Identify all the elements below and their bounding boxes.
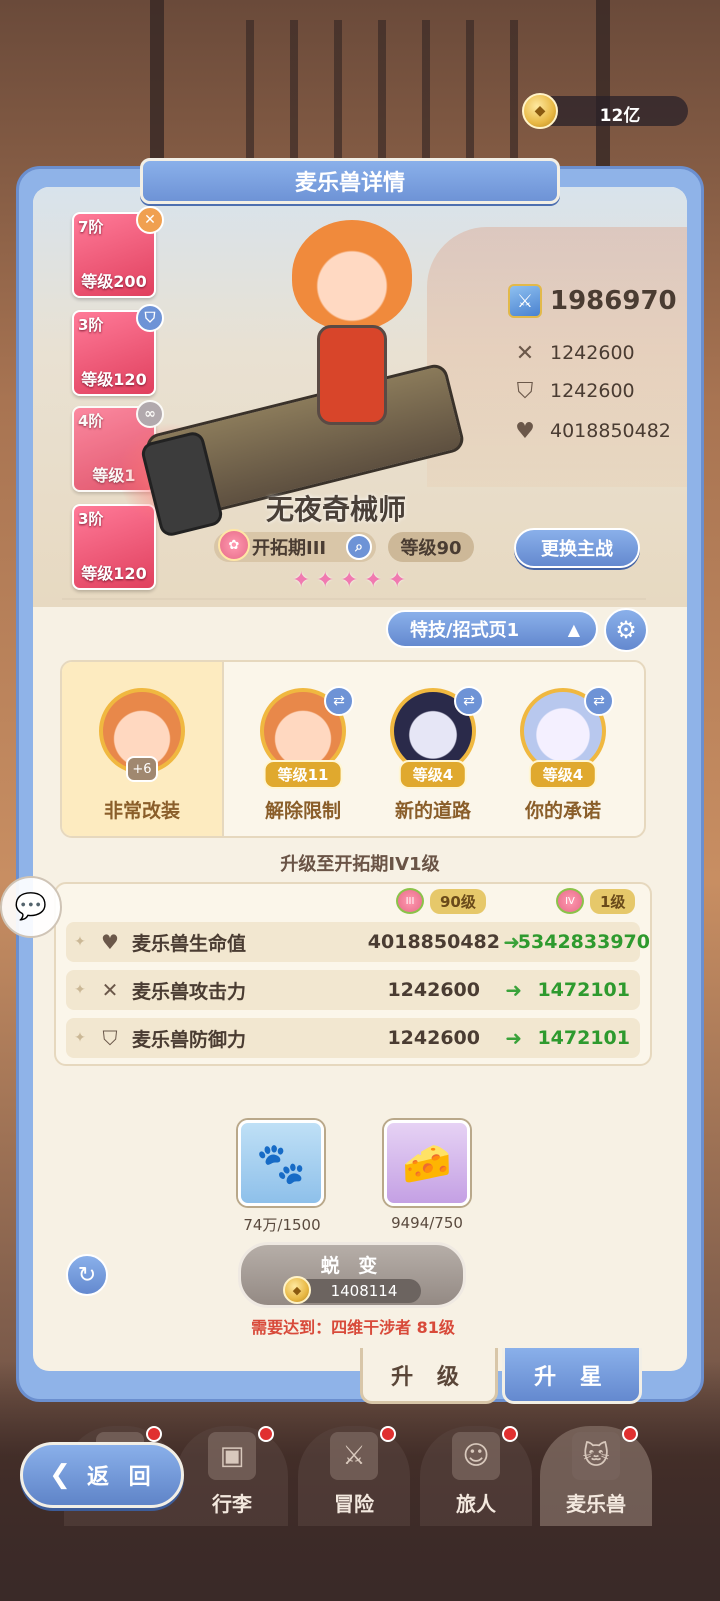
star-icon: ✦: [340, 568, 359, 593]
upgrade-title: 升级至开拓期IV1级: [280, 854, 440, 875]
pet-food-bag-icon[interactable]: 🐾: [238, 1120, 324, 1206]
notification-dot: [380, 1426, 396, 1442]
requirement-text: 需要达到：四维干涉者 81级: [251, 1318, 455, 1337]
crossed-swords-icon: ⚔: [330, 1432, 378, 1480]
hero-level: 等级90: [388, 532, 474, 562]
star-rating: ✦ ✦ ✦ ✦ ✦: [292, 570, 410, 592]
combat-power-icon: ⚔: [508, 284, 542, 318]
shield-icon: ⛉: [516, 378, 534, 404]
swap-main-button[interactable]: 更换主战: [514, 528, 640, 568]
currency-value: 12亿: [599, 106, 641, 126]
evolve-button[interactable]: 蜕 变 ◆ 1408114: [238, 1242, 466, 1308]
rank-card-2[interactable]: 3阶 等级120 ⛉: [72, 304, 164, 396]
current-level-header: III 90级: [396, 888, 486, 914]
material-count-1: 74万/1500: [243, 1216, 321, 1234]
sparkle-icon: ✦: [74, 1030, 86, 1046]
nav-item-adventure[interactable]: ⚔ 冒险: [298, 1426, 410, 1526]
next-level-header: IV 1级: [556, 888, 636, 914]
rank-card-1[interactable]: 7阶 等级200 ✕: [72, 206, 164, 298]
skill-item-1[interactable]: +6 非常改装: [62, 662, 224, 836]
background-bars: [210, 20, 550, 170]
cheese-icon[interactable]: 🧀: [384, 1120, 470, 1206]
coin-icon: ◆: [522, 93, 558, 129]
swap-icon[interactable]: ⇄: [584, 686, 614, 716]
power-row: ⚔ 1986970: [508, 284, 677, 318]
star-icon: ✦: [292, 568, 311, 593]
back-arrow-icon: ❮: [49, 1460, 77, 1490]
tier-badge-icon: III: [396, 888, 424, 914]
hp-row: ♥ 4018850482: [510, 416, 671, 446]
tab-star-up[interactable]: 升 星: [502, 1348, 642, 1404]
coin-icon: ◆: [283, 1276, 311, 1304]
skill-page-dropdown[interactable]: 特技/招式页1 ▲: [386, 610, 598, 648]
notification-dot: [258, 1426, 274, 1442]
compare-row-attack: ✦ ✕ 麦乐兽攻击力 1242600 ➜ 1472101: [66, 970, 640, 1010]
cat-pet-icon: 🐱: [572, 1432, 620, 1480]
sword-cross-icon: ✕: [136, 206, 164, 234]
tier-badge-icon: ✿: [218, 529, 250, 561]
hero-character[interactable]: [262, 210, 462, 490]
panel-title: 麦乐兽详情: [140, 158, 560, 204]
hero-head: [292, 220, 412, 330]
nav-item-pet[interactable]: 🐱 麦乐兽: [540, 1426, 652, 1526]
sword-cross-icon: ✕: [515, 340, 535, 366]
shield-icon: ⛉: [136, 304, 164, 332]
sparkle-icon: ✦: [74, 934, 86, 950]
sparkle-icon: ✦: [74, 982, 86, 998]
hero-name: 无夜奇械师: [266, 493, 407, 526]
sword-cross-icon: ✕: [101, 978, 119, 1002]
shield-icon: ⛉: [102, 1026, 118, 1050]
skills-strip: +6 非常改装 ⇄ 等级11 解除限制 ⇄ 等级4 新的道路 ⇄ 等级4 你的承…: [60, 660, 646, 838]
gear-icon[interactable]: ⚙: [604, 608, 648, 652]
refresh-icon[interactable]: ↻: [66, 1254, 108, 1296]
skill-item-4[interactable]: ⇄ 等级4 你的承诺: [498, 662, 628, 836]
evolve-cost: ◆ 1408114: [283, 1276, 421, 1304]
divider: [62, 598, 646, 600]
star-icon: ✦: [388, 568, 407, 593]
defense-row: ⛉ 1242600: [510, 376, 635, 406]
power-value: 1986970: [550, 286, 677, 316]
compare-row-hp: ✦ ♥ 麦乐兽生命值 4018850482 ➜ 5342833970: [66, 922, 650, 962]
notification-dot: [146, 1426, 162, 1442]
currency-bar: ◆ 12亿: [522, 93, 688, 129]
arrow-right-icon: ➜: [505, 1026, 522, 1050]
swap-icon[interactable]: ⇄: [324, 686, 354, 716]
nav-item-luggage[interactable]: ▣ 行李: [176, 1426, 288, 1526]
skill-item-3[interactable]: ⇄ 等级4 新的道路: [368, 662, 498, 836]
hero-tier: ✿ 开拓期III ⌕: [214, 529, 376, 562]
hero-body: [317, 325, 387, 425]
skill-item-2[interactable]: ⇄ 等级11 解除限制: [238, 662, 368, 836]
star-icon: ✦: [316, 568, 335, 593]
zoom-icon[interactable]: ⌕: [346, 534, 372, 560]
compare-row-defense: ✦ ⛉ 麦乐兽防御力 1242600 ➜ 1472101: [66, 1018, 640, 1058]
arrow-right-icon: ➜: [505, 978, 522, 1002]
caret-up-icon: ▲: [567, 620, 580, 639]
chest-icon: ▣: [208, 1432, 256, 1480]
notification-dot: [502, 1426, 518, 1442]
heart-icon: ♥: [515, 418, 535, 444]
notification-dot: [622, 1426, 638, 1442]
back-button[interactable]: ❮ 返 回: [20, 1442, 184, 1508]
chat-icon[interactable]: 💬: [0, 876, 62, 938]
traveler-icon: ☺: [452, 1432, 500, 1480]
tier-badge-icon: IV: [556, 888, 584, 914]
tab-upgrade[interactable]: 升 级: [360, 1348, 498, 1404]
material-count-2: 9494/750: [391, 1214, 463, 1232]
attack-row: ✕ 1242600: [510, 338, 635, 368]
nav-item-traveler[interactable]: ☺ 旅人: [420, 1426, 532, 1526]
heart-icon: ♥: [101, 930, 119, 954]
swap-icon[interactable]: ⇄: [454, 686, 484, 716]
star-icon: ✦: [364, 568, 383, 593]
